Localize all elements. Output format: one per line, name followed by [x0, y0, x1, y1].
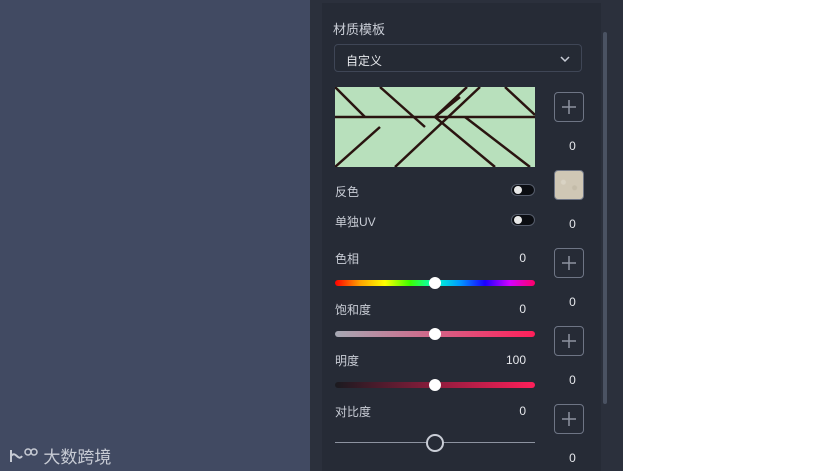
hue-slider-thumb[interactable] [429, 277, 441, 289]
texture-swatch[interactable] [554, 170, 584, 200]
side-number: 0 [569, 139, 576, 153]
material-panel [322, 3, 601, 471]
hue-value: 0 [519, 251, 526, 265]
side-number: 0 [569, 373, 576, 387]
side-number: 0 [569, 217, 576, 231]
contrast-slider-thumb[interactable] [426, 434, 444, 452]
saturation-slider-thumb[interactable] [429, 328, 441, 340]
add-texture-button[interactable] [554, 404, 584, 434]
add-texture-button[interactable] [554, 248, 584, 278]
contrast-label: 对比度 [335, 405, 372, 419]
add-texture-button[interactable] [554, 326, 584, 356]
saturation-value: 0 [519, 302, 526, 316]
hue-label: 色相 [335, 252, 360, 266]
material-template-dropdown[interactable]: 自定义 [334, 44, 582, 72]
toggle-knob [514, 186, 522, 194]
plus-icon [562, 100, 576, 114]
contrast-value: 0 [519, 404, 526, 418]
panel-scrollbar[interactable] [603, 32, 607, 404]
chevron-down-icon [559, 52, 571, 70]
saturation-label: 饱和度 [335, 303, 372, 317]
dropdown-value: 自定义 [346, 54, 383, 68]
plus-icon [562, 334, 576, 348]
plus-icon [562, 256, 576, 270]
brightness-slider-thumb[interactable] [429, 379, 441, 391]
watermark-text: 大数跨境 [43, 448, 112, 468]
brightness-label: 明度 [335, 354, 360, 368]
plus-icon [562, 412, 576, 426]
side-number: 0 [569, 295, 576, 309]
side-number: 0 [569, 451, 576, 465]
toggle-knob [514, 216, 522, 224]
single-uv-toggle[interactable] [511, 214, 535, 226]
add-texture-button[interactable] [554, 92, 584, 122]
invert-toggle[interactable] [511, 184, 535, 196]
invert-label: 反色 [335, 185, 360, 199]
watermark-logo: 大数跨境 [8, 443, 111, 468]
canvas-area [0, 0, 310, 471]
texture-preview [335, 87, 535, 167]
single-uv-label: 单独UV [335, 215, 376, 229]
material-template-title: 材质模板 [333, 22, 386, 37]
brightness-value: 100 [505, 353, 526, 367]
